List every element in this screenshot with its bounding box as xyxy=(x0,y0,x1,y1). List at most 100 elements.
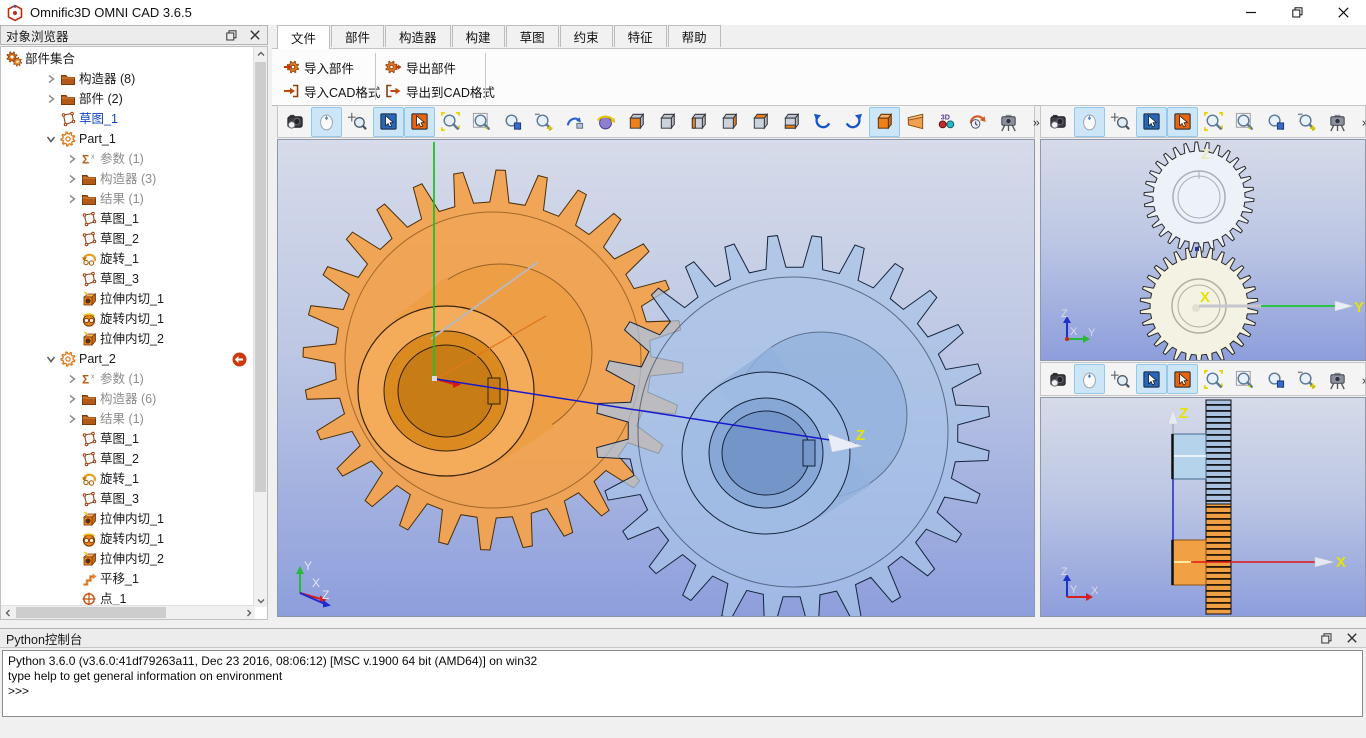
tree-item-拉伸内切_1[interactable]: 拉伸内切_1 xyxy=(64,289,253,309)
zoom-window-button[interactable] xyxy=(1229,107,1260,137)
redo-button[interactable] xyxy=(838,107,869,137)
export-part-button[interactable]: 导出部件 xyxy=(382,56,459,78)
zoom-pointer-button[interactable] xyxy=(1105,364,1136,394)
zoom-pointer-button[interactable] xyxy=(342,107,373,137)
tree-item-参数1[interactable]: Σx参数 (1) xyxy=(64,149,253,169)
tree-item-构造器8[interactable]: 构造器 (8) xyxy=(43,69,253,89)
minimize-button[interactable] xyxy=(1228,0,1274,25)
console-float-button[interactable] xyxy=(1318,630,1334,646)
scroll-thumb[interactable] xyxy=(255,62,266,492)
zoom-fit-button[interactable] xyxy=(1198,364,1229,394)
tab-2[interactable]: 构造器 xyxy=(385,25,451,47)
select-blue-button[interactable] xyxy=(1136,107,1167,137)
snapshot-button[interactable] xyxy=(1322,107,1353,137)
tree-item-草图_2[interactable]: 草图_2 xyxy=(64,229,253,249)
zoom-fit-button[interactable] xyxy=(435,107,466,137)
chevron-right-icon[interactable] xyxy=(64,391,80,407)
zoom-window-button[interactable] xyxy=(1229,364,1260,394)
close-button[interactable] xyxy=(1320,0,1366,25)
select-orange-button[interactable] xyxy=(404,107,435,137)
python-console[interactable]: Python 3.6.0 (v3.6.0:41df79263a11, Dec 2… xyxy=(2,650,1363,717)
mouse-button[interactable] xyxy=(1074,107,1105,137)
tab-file[interactable]: 文件 xyxy=(277,25,330,49)
tree-item-草图_3[interactable]: 草图_3 xyxy=(64,489,253,509)
zoom-inout-button[interactable] xyxy=(1291,364,1322,394)
tab-7[interactable]: 帮助 xyxy=(668,25,721,47)
tree-item-旋转内切_1[interactable]: 旋转内切_1 xyxy=(64,529,253,549)
select-orange-button[interactable] xyxy=(1167,364,1198,394)
cube-front-button[interactable] xyxy=(621,107,652,137)
mouse-button[interactable] xyxy=(1074,364,1105,394)
overflow-button[interactable]: » xyxy=(1353,107,1366,137)
zoom-selected-button[interactable] xyxy=(1260,364,1291,394)
tree-item-部件集合[interactable]: 部件集合 xyxy=(5,49,253,69)
tab-5[interactable]: 约束 xyxy=(560,25,613,47)
tree-item-构造器6[interactable]: 构造器 (6) xyxy=(64,389,253,409)
select-blue-button[interactable] xyxy=(373,107,404,137)
tree-item-结果1[interactable]: 结果 (1) xyxy=(64,189,253,209)
chevron-right-icon[interactable] xyxy=(43,71,59,87)
chevron-right-icon[interactable] xyxy=(64,191,80,207)
tree-item-参数1[interactable]: Σx参数 (1) xyxy=(64,369,253,389)
rotate-free-button[interactable] xyxy=(559,107,590,137)
cube-left-button[interactable] xyxy=(683,107,714,137)
mouse-button[interactable] xyxy=(311,107,342,137)
perspective-button[interactable] xyxy=(900,107,931,137)
panel-float-button[interactable] xyxy=(223,27,239,43)
cube-right-button[interactable] xyxy=(714,107,745,137)
tree-item-旋转_1[interactable]: 旋转_1 xyxy=(64,469,253,489)
zoom-fit-button[interactable] xyxy=(1198,107,1229,137)
chevron-right-icon[interactable] xyxy=(43,91,59,107)
viewport-main-3d[interactable]: Z YXZ xyxy=(277,139,1035,617)
tree-item-拉伸内切_1[interactable]: 拉伸内切_1 xyxy=(64,509,253,529)
stereo-3d-button[interactable]: 3D xyxy=(931,107,962,137)
import-part-button[interactable]: 导入部件 xyxy=(280,56,357,78)
tree-item-草图_1[interactable]: 草图_1 xyxy=(64,429,253,449)
tab-3[interactable]: 构建 xyxy=(452,25,505,47)
zoom-inout-button[interactable] xyxy=(528,107,559,137)
chevron-right-icon[interactable] xyxy=(64,411,80,427)
select-blue-button[interactable] xyxy=(1136,364,1167,394)
scroll-right-icon[interactable] xyxy=(242,606,255,619)
tree-item-平移_1[interactable]: 平移_1 xyxy=(64,569,253,589)
chevron-down-icon[interactable] xyxy=(43,351,59,367)
tree-vertical-scrollbar[interactable] xyxy=(253,47,267,607)
overflow-button[interactable]: » xyxy=(1353,364,1366,394)
tree-item-构造器3[interactable]: 构造器 (3) xyxy=(64,169,253,189)
tree-item-拉伸内切_2[interactable]: 拉伸内切_2 xyxy=(64,549,253,569)
panel-close-icon[interactable] xyxy=(247,27,263,43)
zoom-inout-button[interactable] xyxy=(1291,107,1322,137)
import-cad-button[interactable]: 导入CAD格式 xyxy=(280,80,383,102)
zoom-selected-button[interactable] xyxy=(1260,107,1291,137)
animate-button[interactable] xyxy=(962,107,993,137)
console-close-icon[interactable] xyxy=(1344,630,1360,646)
back-arrow-badge[interactable] xyxy=(232,352,247,367)
rotate-view-button[interactable] xyxy=(590,107,621,137)
chevron-right-icon[interactable] xyxy=(64,151,80,167)
tree-item-结果1[interactable]: 结果 (1) xyxy=(64,409,253,429)
scroll-up-icon[interactable] xyxy=(254,47,267,60)
tree-item-Part_2[interactable]: Part_2 xyxy=(43,349,253,369)
viewport-front-view[interactable]: Y X Z ZXY xyxy=(1040,139,1366,361)
tab-6[interactable]: 特征 xyxy=(614,25,667,47)
tree-item-草图_2[interactable]: 草图_2 xyxy=(64,449,253,469)
tree-item-草图_1[interactable]: 草图_1 xyxy=(64,209,253,229)
chevron-right-icon[interactable] xyxy=(64,171,80,187)
cube-top-button[interactable] xyxy=(745,107,776,137)
tree-item-草图_1[interactable]: 草图_1 xyxy=(43,109,253,129)
zoom-window-button[interactable] xyxy=(466,107,497,137)
chevron-right-icon[interactable] xyxy=(64,371,80,387)
tree-item-部件2[interactable]: 部件 (2) xyxy=(43,89,253,109)
snapshot-button[interactable] xyxy=(993,107,1024,137)
undo-button[interactable] xyxy=(807,107,838,137)
scroll-left-icon[interactable] xyxy=(1,606,14,619)
tree-item-旋转内切_1[interactable]: 旋转内切_1 xyxy=(64,309,253,329)
cube-bottom-button[interactable] xyxy=(776,107,807,137)
snapshot-button[interactable] xyxy=(1322,364,1353,394)
tree-item-旋转_1[interactable]: 旋转_1 xyxy=(64,249,253,269)
tree-item-拉伸内切_2[interactable]: 拉伸内切_2 xyxy=(64,329,253,349)
viewport-side-view[interactable]: Z X ZYX xyxy=(1040,397,1366,617)
cube-back-button[interactable] xyxy=(652,107,683,137)
restore-button[interactable] xyxy=(1274,0,1320,25)
render-button[interactable] xyxy=(1043,364,1074,394)
